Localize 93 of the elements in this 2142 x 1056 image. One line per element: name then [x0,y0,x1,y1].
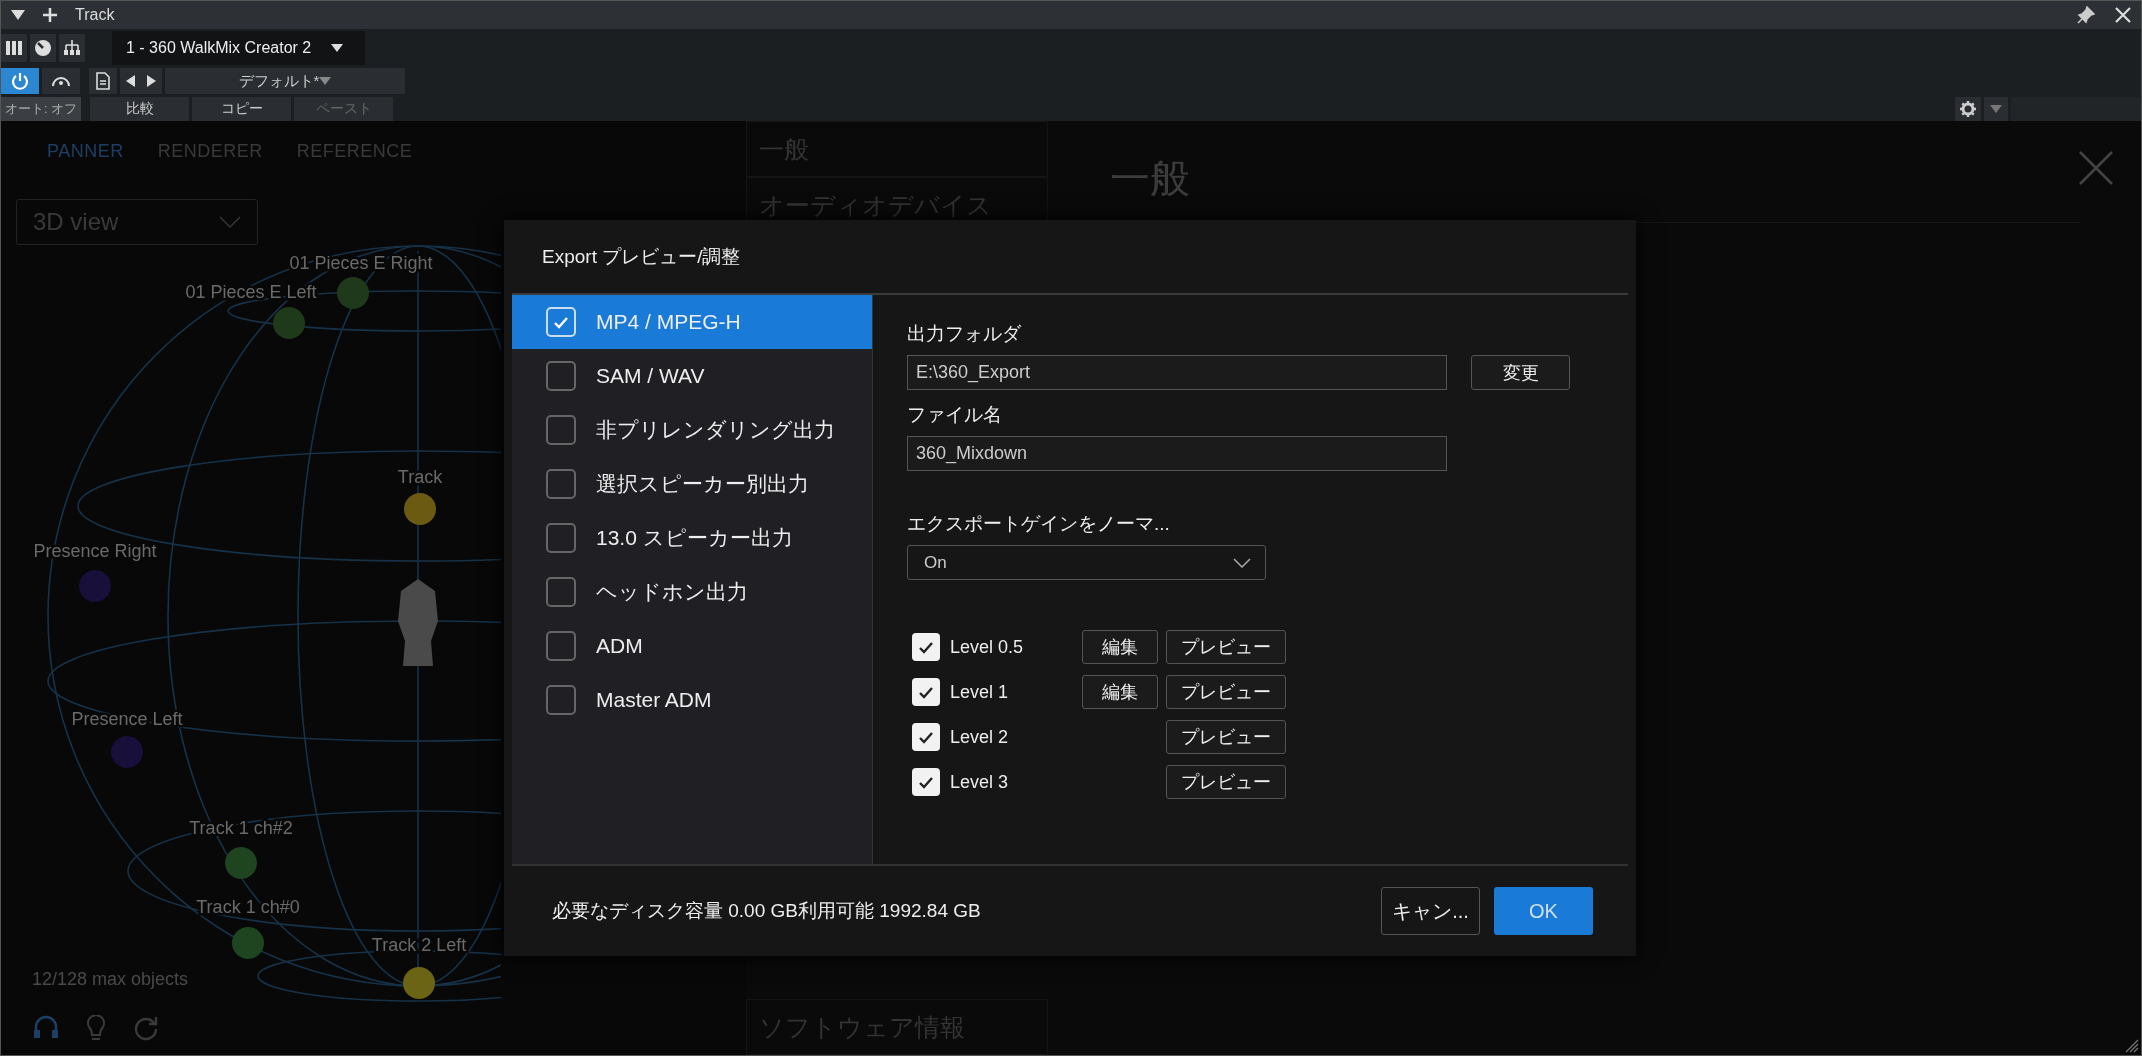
object-label: Presence Left [71,709,183,729]
refresh-icon[interactable] [133,1015,159,1041]
edit-button[interactable]: 編集 [1082,675,1158,709]
object-label: Track 2 Left [371,935,467,955]
preview-button[interactable]: プレビュー [1166,720,1286,754]
headphones-icon[interactable] [33,1015,59,1039]
checkbox[interactable] [546,631,576,661]
curve-button[interactable] [42,68,80,94]
preview-button[interactable]: プレビュー [1166,675,1286,709]
caret-icon[interactable] [11,10,25,20]
level-label: Level 0.5 [949,636,1025,658]
object-label: Track 1 ch#0 [196,897,300,917]
preset-selector[interactable]: 1 - 360 WalkMix Creator 2 [112,31,365,65]
toolbar-button[interactable]: 比較 [90,97,189,121]
format-label: ADM [596,634,643,658]
text-field[interactable]: 360_Mixdown [907,436,1447,471]
object-dot[interactable] [337,277,369,309]
document-icon [96,72,110,90]
field-label: 出力フォルダ [907,322,1022,346]
hierarchy-icon[interactable] [63,39,81,57]
previous-icon[interactable] [126,75,135,87]
field-label: エクスポートゲインをノーマ... [907,512,1171,536]
power-button[interactable] [1,68,39,94]
object-dot[interactable] [273,307,305,339]
search-field[interactable] [2011,97,2141,121]
format-label: SAM / WAV [596,364,705,388]
format-label: 非プリレンダリング出力 [596,417,835,443]
object-dot[interactable] [404,493,436,525]
preview-button[interactable]: プレビュー [1166,630,1286,664]
format-item[interactable]: Master ADM [512,673,872,727]
disk-space-info: 必要なディスク容量 0.00 GB利用可能 1992.84 GB [552,899,982,923]
plus-icon[interactable] [43,8,57,22]
caret-icon [1990,105,2002,113]
checkbox[interactable] [546,415,576,445]
format-item[interactable]: ADM [512,619,872,673]
format-label: ヘッドホン出力 [596,579,748,605]
preset-dropdown[interactable]: デフォルト* [165,68,405,94]
format-item[interactable]: 非プリレンダリング出力 [512,403,872,457]
document-button[interactable] [89,68,117,94]
checkbox[interactable] [546,523,576,553]
next-icon[interactable] [147,75,156,87]
caret-icon[interactable] [331,44,344,52]
checkbox[interactable] [912,768,940,796]
format-label: 選択スピーカー別出力 [596,471,809,497]
checkbox[interactable] [912,723,940,751]
level-label: Level 1 [949,681,1010,703]
lightbulb-icon[interactable] [85,1015,107,1043]
settings-icon [1960,101,1976,117]
cancel-button[interactable]: キャン... [1381,887,1480,935]
pin-icon[interactable] [2077,6,2095,24]
bars-icon[interactable] [5,39,23,57]
caret-icon [319,77,332,85]
format-label: 13.0 スピーカー出力 [596,525,793,551]
format-item[interactable]: 13.0 スピーカー出力 [512,511,872,565]
format-label: MP4 / MPEG-H [596,310,741,334]
object-count: 12/128 max objects [32,969,189,990]
automation-label[interactable]: オート: オフ [1,97,81,121]
format-label: Master ADM [596,688,712,712]
checkbox[interactable] [546,361,576,391]
settings-button[interactable] [1955,97,1981,121]
preset-name: 1 - 360 WalkMix Creator 2 [126,39,312,57]
field-label: ファイル名 [907,403,1003,427]
checkbox[interactable] [912,633,940,661]
object-label: Track [397,467,443,487]
level-label: Level 2 [949,726,1010,748]
resize-grip-icon[interactable] [2123,1037,2139,1053]
edit-button[interactable]: 編集 [1082,630,1158,664]
dial-icon[interactable] [34,39,52,57]
format-item[interactable]: MP4 / MPEG-H [512,295,872,349]
object-label: Presence Right [33,541,157,561]
normalize-dropdown[interactable]: On [907,545,1266,580]
level-label: Level 3 [949,771,1010,793]
object-dot[interactable] [403,967,435,999]
change-button[interactable]: 変更 [1471,355,1570,390]
object-dot[interactable] [111,736,143,768]
object-dot[interactable] [232,927,264,959]
toolbar-button[interactable]: コピー [192,97,291,121]
format-item[interactable]: 選択スピーカー別出力 [512,457,872,511]
format-item[interactable]: SAM / WAV [512,349,872,403]
format-item[interactable]: ヘッドホン出力 [512,565,872,619]
window-title: Track [75,6,115,24]
checkbox[interactable] [546,685,576,715]
curve-icon [51,75,71,87]
preview-button[interactable]: プレビュー [1166,765,1286,799]
chevron-icon [219,216,241,228]
text-field[interactable]: E:\360_Export [907,355,1447,390]
power-icon [11,72,29,90]
checkbox[interactable] [912,678,940,706]
chevron-icon [1233,557,1251,568]
checkbox[interactable] [546,469,576,499]
object-dot[interactable] [225,847,257,879]
checkbox[interactable] [546,577,576,607]
object-dot[interactable] [79,570,111,602]
